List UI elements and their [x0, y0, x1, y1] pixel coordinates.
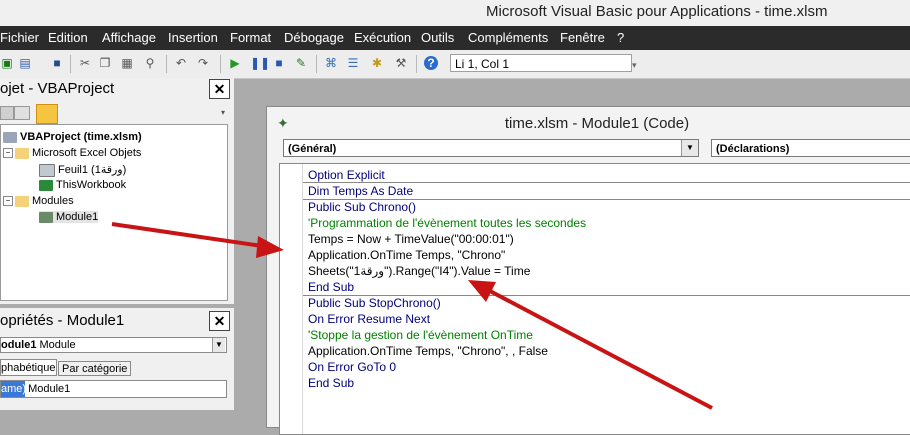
annotation-arrows: [111, 222, 713, 410]
arrow-to-chrono-icon: [111, 222, 263, 248]
arrowhead-icon: [256, 236, 284, 258]
arrow-to-range-icon: [487, 288, 713, 410]
